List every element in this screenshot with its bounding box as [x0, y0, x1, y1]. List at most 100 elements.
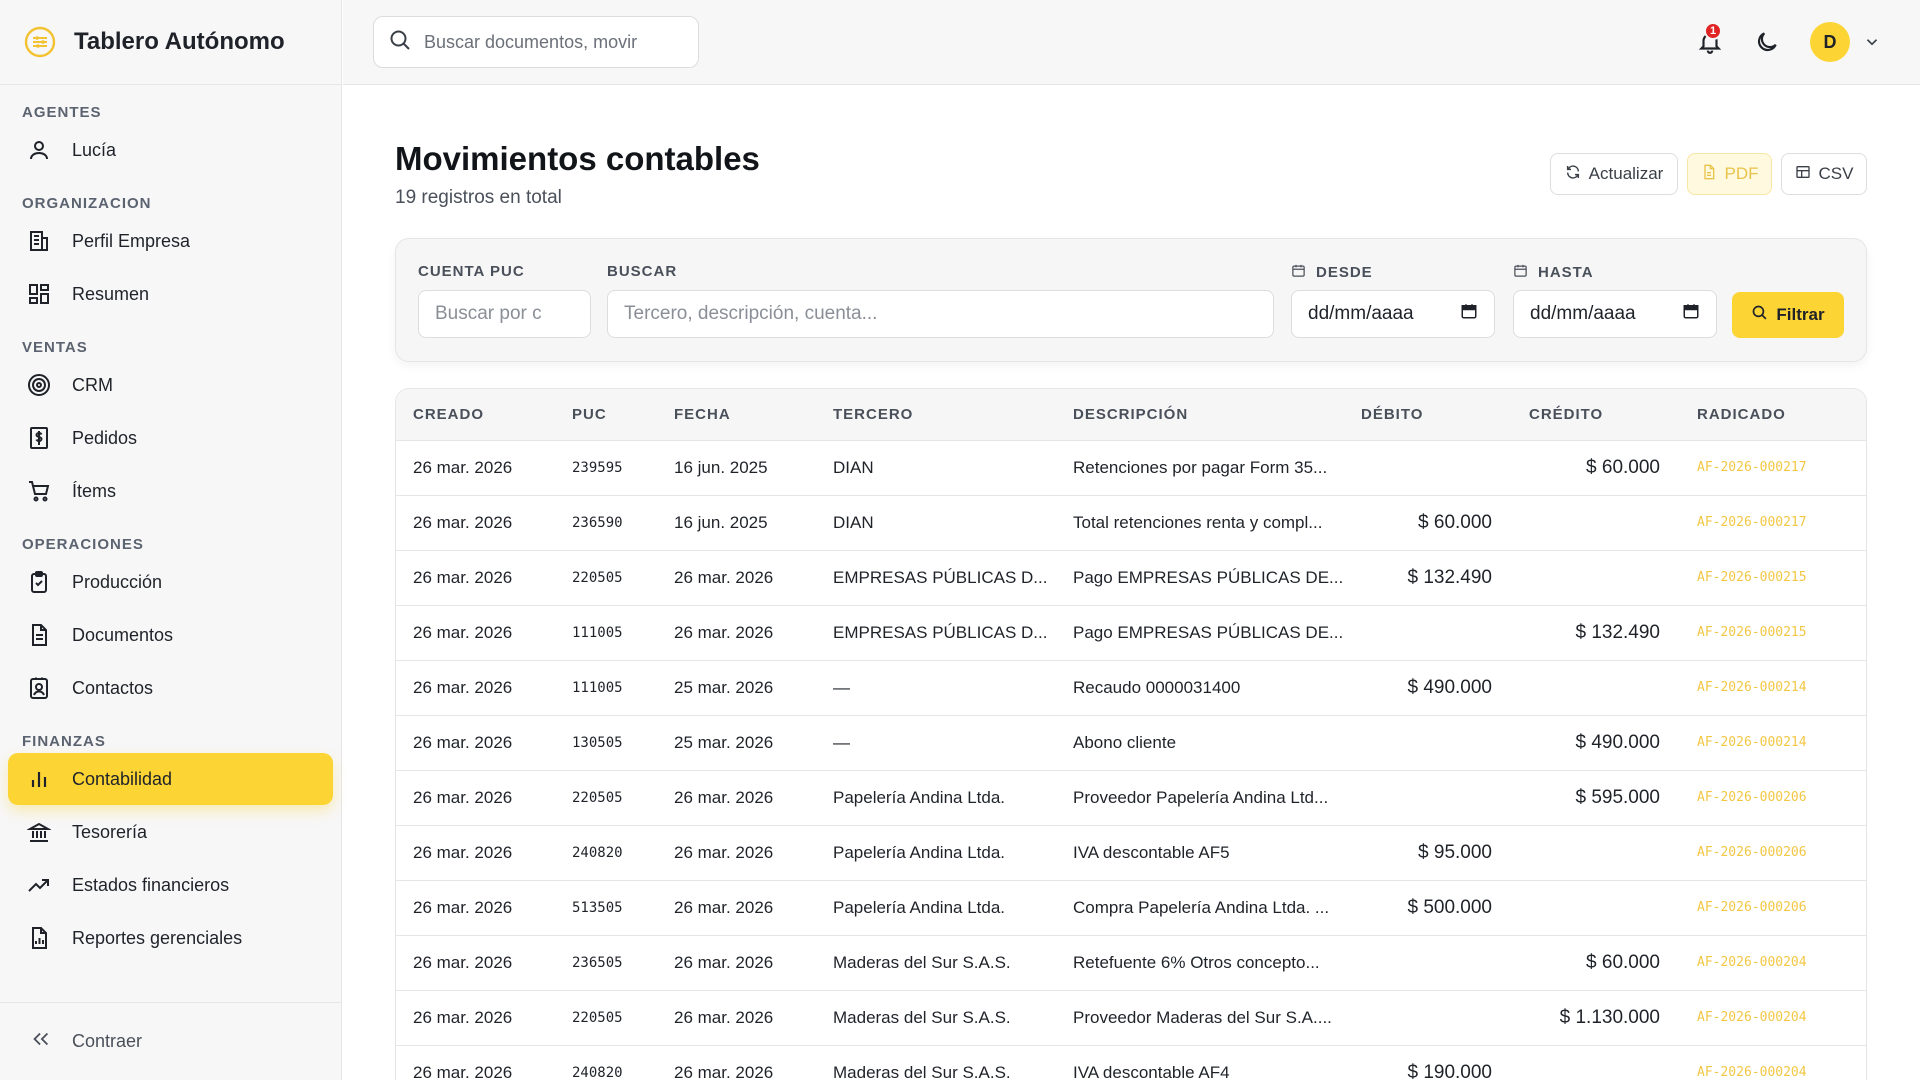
- buscar-input[interactable]: [624, 303, 1257, 325]
- cell-descripcion: Recaudo 0000031400: [1073, 677, 1241, 697]
- table-row[interactable]: 26 mar. 2026 240820 26 mar. 2026 Maderas de…: [396, 1045, 1866, 1080]
- cuenta-puc-field[interactable]: [418, 290, 591, 338]
- building-icon: [26, 228, 52, 254]
- cell-descripcion: Proveedor Papelería Andina Ltd...: [1073, 787, 1329, 807]
- csv-button[interactable]: CSV: [1781, 153, 1867, 195]
- invoice-dollar-icon: [26, 425, 52, 451]
- cell-radicado[interactable]: AF-2026-000215: [1680, 550, 1866, 605]
- calendar-picker-icon[interactable]: [1682, 302, 1700, 326]
- pdf-button[interactable]: PDF: [1687, 153, 1772, 195]
- search-icon: [388, 28, 412, 57]
- page-title: Movimientos contables: [395, 140, 760, 177]
- cell-radicado[interactable]: AF-2026-000217: [1680, 440, 1866, 495]
- chevron-down-icon[interactable]: [1856, 26, 1888, 58]
- column-header-descripcion[interactable]: DESCRIPCIÓN: [1056, 389, 1344, 440]
- sidebar-item-crm[interactable]: CRM: [8, 359, 333, 411]
- cell-tercero: Papelería Andina Ltda.: [833, 897, 1006, 917]
- topbar: [343, 0, 1920, 85]
- sidebar-item-pedidos[interactable]: Pedidos: [8, 412, 333, 464]
- table-row[interactable]: 26 mar. 2026 240820 26 mar. 2026 Papelería …: [396, 825, 1866, 880]
- desde-date-input[interactable]: dd/mm/aaaa: [1291, 290, 1495, 338]
- cell-tercero: Maderas del Sur S.A.S.: [833, 1007, 1011, 1027]
- cell-radicado[interactable]: AF-2026-000206: [1680, 825, 1866, 880]
- sidebar-item-label: Lucía: [72, 139, 117, 160]
- cell-fecha: 26 mar. 2026: [674, 567, 774, 587]
- cell-radicado[interactable]: AF-2026-000206: [1680, 880, 1866, 935]
- sidebar-item-resumen[interactable]: Resumen: [8, 268, 333, 320]
- sidebar-item-reportes-gerenciales[interactable]: Reportes gerenciales: [8, 912, 333, 964]
- cell-radicado[interactable]: AF-2026-000217: [1680, 495, 1866, 550]
- cell-debito: $ 95.000: [1418, 841, 1492, 863]
- search-input[interactable]: [424, 31, 674, 53]
- sidebar-item-label: Estados financieros: [72, 874, 230, 895]
- bank-icon: [26, 819, 52, 845]
- table-row[interactable]: 26 mar. 2026 220505 26 mar. 2026 EMPRESAS P…: [396, 550, 1866, 605]
- filter-button-label: Filtrar: [1776, 305, 1825, 324]
- cell-radicado[interactable]: AF-2026-000214: [1680, 715, 1866, 770]
- table-row[interactable]: 26 mar. 2026 111005 26 mar. 2026 EMPRESAS P…: [396, 605, 1866, 660]
- refresh-button[interactable]: Actualizar: [1550, 153, 1678, 195]
- table-row[interactable]: 26 mar. 2026 236590 16 jun. 2025 DIAN Total …: [396, 495, 1866, 550]
- column-header-radicado[interactable]: RADICADO: [1680, 389, 1866, 440]
- sidebar-item-documentos[interactable]: Documentos: [8, 609, 333, 661]
- cell-descripcion: IVA descontable AF5: [1073, 842, 1230, 862]
- cell-debito: [1344, 935, 1512, 990]
- sidebar-item-label: Resumen: [72, 283, 150, 304]
- sidebar-item-contactos[interactable]: Contactos: [8, 662, 333, 714]
- table-row[interactable]: 26 mar. 2026 111005 25 mar. 2026 — Recaudo 0…: [396, 660, 1866, 715]
- cell-debito: $ 190.000: [1407, 1061, 1492, 1080]
- cell-debito: [1344, 605, 1512, 660]
- column-header-tercero[interactable]: TERCERO: [816, 389, 1056, 440]
- cell-tercero: Maderas del Sur S.A.S.: [833, 1062, 1011, 1080]
- sidebar-item-tesoreria[interactable]: Tesorería: [8, 806, 333, 858]
- cuenta-puc-input[interactable]: [435, 303, 574, 325]
- cuenta-puc-label-text: CUENTA PUC: [418, 263, 525, 280]
- cell-radicado[interactable]: AF-2026-000204: [1680, 990, 1866, 1045]
- column-header-credito[interactable]: CRÉDITO: [1512, 389, 1680, 440]
- cell-creado: 26 mar. 2026: [413, 952, 513, 972]
- cell-descripcion: Proveedor Maderas del Sur S.A....: [1073, 1007, 1332, 1027]
- cell-credito: [1512, 550, 1680, 605]
- sidebar-item-items[interactable]: Ítems: [8, 465, 333, 517]
- search-icon: [1751, 304, 1768, 326]
- avatar[interactable]: D: [1810, 22, 1850, 62]
- table-row[interactable]: 26 mar. 2026 220505 26 mar. 2026 Papelería …: [396, 770, 1866, 825]
- column-header-debito[interactable]: DÉBITO: [1344, 389, 1512, 440]
- cell-radicado[interactable]: AF-2026-000204: [1680, 935, 1866, 990]
- table-row[interactable]: 26 mar. 2026 220505 26 mar. 2026 Maderas de…: [396, 990, 1866, 1045]
- buscar-field[interactable]: [607, 290, 1274, 338]
- cuenta-puc-label: CUENTA PUC: [418, 263, 525, 280]
- sidebar-item-label: Producción: [72, 571, 163, 592]
- table-row[interactable]: 26 mar. 2026 130505 25 mar. 2026 — Abono cli…: [396, 715, 1866, 770]
- moon-icon[interactable]: [1751, 26, 1783, 58]
- cell-radicado[interactable]: AF-2026-000215: [1680, 605, 1866, 660]
- calendar-picker-icon[interactable]: [1460, 302, 1478, 326]
- collapse-sidebar-button[interactable]: Contraer: [0, 1002, 341, 1080]
- sidebar-item-label: Documentos: [72, 624, 174, 645]
- cell-radicado[interactable]: AF-2026-000214: [1680, 660, 1866, 715]
- column-header-creado[interactable]: CREADO: [396, 389, 555, 440]
- cell-fecha: 16 jun. 2025: [674, 512, 768, 532]
- sliders-coin-icon: [22, 24, 58, 60]
- table-row[interactable]: 26 mar. 2026 236505 26 mar. 2026 Maderas de…: [396, 935, 1866, 990]
- cell-fecha: 26 mar. 2026: [674, 787, 774, 807]
- cell-radicado[interactable]: AF-2026-000204: [1680, 1045, 1866, 1080]
- global-search[interactable]: [373, 16, 699, 68]
- buscar-label: BUSCAR: [607, 263, 677, 280]
- column-header-fecha[interactable]: FECHA: [657, 389, 816, 440]
- filter-button[interactable]: Filtrar: [1732, 292, 1844, 338]
- sidebar-item-lucia[interactable]: Lucía: [8, 124, 333, 176]
- sidebar-item-produccion[interactable]: Producción: [8, 556, 333, 608]
- app-title: Tablero Autónomo: [74, 28, 285, 55]
- sidebar-item-perfil-empresa[interactable]: Perfil Empresa: [8, 215, 333, 267]
- cell-radicado[interactable]: AF-2026-000206: [1680, 770, 1866, 825]
- sidebar-item-estados-financieros[interactable]: Estados financieros: [8, 859, 333, 911]
- table-row[interactable]: 26 mar. 2026 239595 16 jun. 2025 DIAN Retenc…: [396, 440, 1866, 495]
- cell-fecha: 26 mar. 2026: [674, 842, 774, 862]
- column-header-puc[interactable]: PUC: [555, 389, 657, 440]
- cell-tercero: Papelería Andina Ltda.: [833, 842, 1006, 862]
- table-row[interactable]: 26 mar. 2026 513505 26 mar. 2026 Papelería …: [396, 880, 1866, 935]
- sidebar-item-contabilidad[interactable]: Contabilidad: [8, 753, 333, 805]
- hasta-date-input[interactable]: dd/mm/aaaa: [1513, 290, 1717, 338]
- cell-creado: 26 mar. 2026: [413, 622, 513, 642]
